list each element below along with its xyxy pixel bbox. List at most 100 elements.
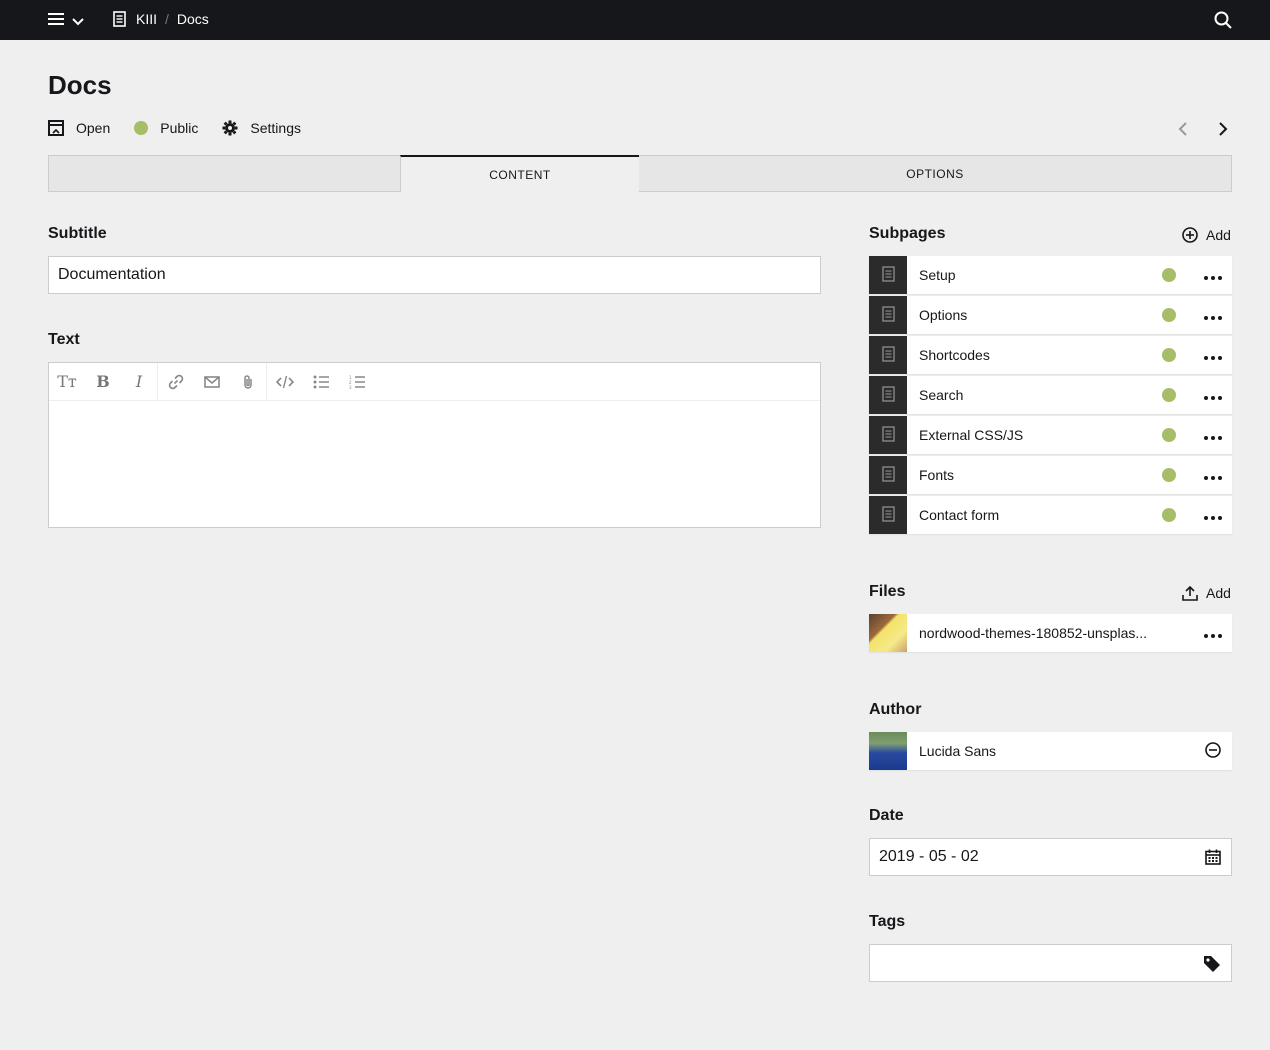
heading-icon[interactable]: Tт [49,363,85,401]
settings-button[interactable]: Settings [222,120,301,136]
subpage-options-button[interactable] [1194,496,1232,534]
subpage-options-button[interactable] [1194,376,1232,414]
chevron-left-icon [1178,122,1188,140]
subtitle-label: Subtitle [48,225,107,242]
subpage-item[interactable]: External CSS/JS [869,416,1232,454]
subpage-title: Setup [919,267,956,283]
subpage-title: Search [919,387,964,403]
bold-icon[interactable]: B [85,363,121,401]
date-value: 2019 - 05 - 02 [879,848,979,865]
subpage-options-button[interactable] [1194,416,1232,454]
gear-icon [222,120,238,136]
subpage-options-button[interactable] [1194,256,1232,294]
more-icon [1204,347,1222,363]
page-thumbnail [869,416,907,454]
subpage-options-button[interactable] [1194,336,1232,374]
attachment-icon[interactable] [230,363,266,401]
subpage-title: Options [919,307,968,323]
more-icon [1204,467,1222,483]
status-dot-icon[interactable] [1162,508,1176,522]
status-dot-icon[interactable] [1162,268,1176,282]
hamburger-icon [48,12,64,29]
more-icon [1204,625,1222,641]
tags-label: Tags [869,913,906,930]
page-thumbnail [869,256,907,294]
author-field: Lucida Sans [869,732,1232,772]
status-dot-icon[interactable] [1162,428,1176,442]
page-thumbnail [869,296,907,334]
subpage-title: Fonts [919,467,955,483]
subpage-item[interactable]: Options [869,296,1232,334]
file-name: nordwood-themes-180852-unsplas... [919,625,1148,641]
add-circle-icon [1182,227,1198,243]
status-dot-icon[interactable] [1162,308,1176,322]
status-button[interactable]: Public [134,120,198,136]
page-thumbnail [869,456,907,494]
status-dot-icon[interactable] [1162,348,1176,362]
search-button[interactable] [1214,11,1232,32]
date-field[interactable]: 2019 - 05 - 02 [869,838,1232,876]
add-subpage-label: Add [1206,227,1231,243]
add-file-button[interactable]: Add [1182,585,1231,601]
tags-field[interactable] [869,944,1232,982]
ordered-list-icon[interactable]: 123 [339,363,375,401]
subpage-options-button[interactable] [1194,296,1232,334]
subpage-title: External CSS/JS [919,427,1024,443]
tab-options[interactable]: OPTIONS [639,155,1232,192]
page-icon [881,505,895,525]
italic-icon[interactable]: I [121,363,157,401]
subpage-options-button[interactable] [1194,456,1232,494]
link-icon[interactable] [158,363,194,401]
editor-toolbar: Tт B I 123 [49,362,820,401]
next-page-button[interactable] [1218,121,1228,140]
subtitle-field[interactable]: Documentation [48,256,821,294]
breadcrumb-separator: / [165,11,169,27]
tab-bar: CONTENT OPTIONS [48,155,1232,192]
remove-author-button[interactable] [1194,732,1232,770]
page-thumbnail [869,376,907,414]
open-button[interactable]: Open [48,120,110,136]
add-subpage-button[interactable]: Add [1182,227,1231,243]
tab-content[interactable]: CONTENT [400,155,640,192]
file-item[interactable]: nordwood-themes-180852-unsplas... [869,614,1232,652]
bullet-list-icon[interactable] [303,363,339,401]
subpage-item[interactable]: Contact form [869,496,1232,534]
search-icon [1214,11,1232,32]
page-actions: Open Public Settings [48,120,325,136]
chevron-down-icon [72,13,84,29]
menu-button[interactable] [48,12,84,29]
file-options-button[interactable] [1194,614,1232,652]
text-label: Text [48,331,80,348]
more-icon [1204,267,1222,283]
subpage-item[interactable]: Shortcodes [869,336,1232,374]
subpage-title: Shortcodes [919,347,990,363]
breadcrumb: KIII / Docs [113,11,209,27]
author-item[interactable]: Lucida Sans [869,732,1232,770]
files-label: Files [869,583,906,600]
avatar [869,732,907,770]
text-editor-body[interactable] [49,401,820,527]
calendar-icon[interactable] [1205,849,1221,870]
subpage-item[interactable]: Fonts [869,456,1232,494]
status-dot-icon[interactable] [1162,388,1176,402]
prev-page-button[interactable] [1178,121,1188,140]
svg-text:3: 3 [349,385,352,389]
more-icon [1204,307,1222,323]
page-icon [881,465,895,485]
subpages-list: Setup Options Shortcodes Search External CSS… [869,256,1232,536]
code-icon[interactable] [267,363,303,401]
subpage-item[interactable]: Setup [869,256,1232,294]
more-icon [1204,507,1222,523]
subpage-item[interactable]: Search [869,376,1232,414]
tag-icon [1203,955,1221,978]
page-thumbnail [869,496,907,534]
email-icon[interactable] [194,363,230,401]
page-thumbnail [869,336,907,374]
tab-bar-spacer [48,155,400,192]
subpages-label: Subpages [869,225,946,242]
open-preview-icon [48,120,64,136]
status-dot-icon[interactable] [1162,468,1176,482]
breadcrumb-item-docs[interactable]: Docs [177,11,209,27]
breadcrumb-item-site[interactable]: KIII [136,11,157,27]
file-thumbnail [869,614,907,652]
